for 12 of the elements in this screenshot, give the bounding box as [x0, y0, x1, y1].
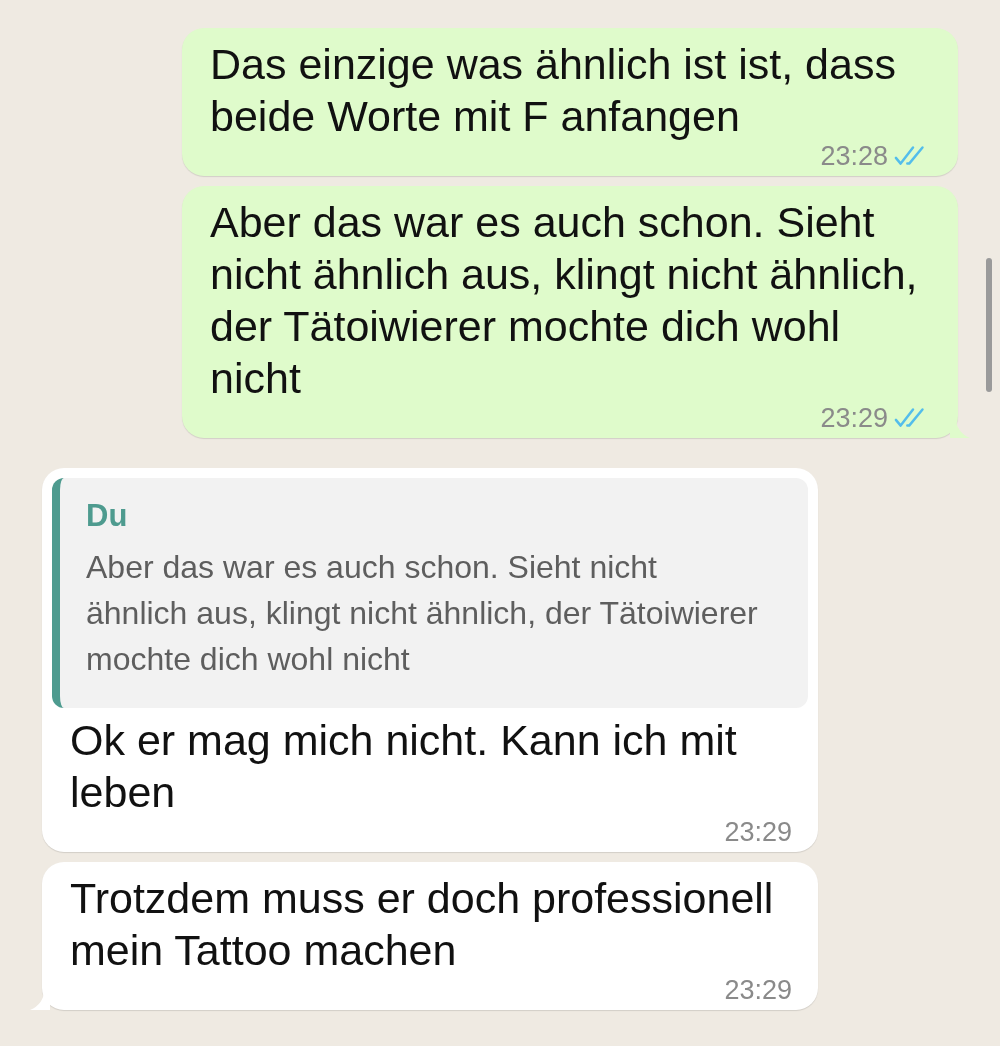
- message-text: Trotzdem muss er doch professionell mein Tattoo machen: [70, 873, 775, 976]
- message-time: 23:29: [724, 818, 792, 846]
- quote-text: Aber das war es auch schon. Sieht nicht ähnlich aus, klingt nicht ähnlich, der Tätoiwierer mochte dich wohl nicht: [86, 548, 759, 679]
- quoted-message[interactable]: Du Aber das war es auch schon. Sieht nicht ähnlich aus, klingt nicht ähnlich, der Tätoiwierer mochte dich wohl nicht: [52, 478, 808, 708]
- message-time: 23:29: [820, 404, 888, 432]
- message-time: 23:29: [724, 976, 792, 1004]
- message-text: Das einzige was ähnlich ist ist, dass beide Worte mit F anfangen: [210, 39, 897, 142]
- quote-author: Du: [86, 498, 129, 534]
- message-time: 23:28: [820, 142, 888, 170]
- message-text: Ok er mag mich nicht. Kann ich mit leben: [70, 715, 738, 818]
- message-text: Aber das war es auch schon. Sieht nicht ähnlich aus, klingt nicht ähnlich, der Tätoiwierer mochte dich wohl nicht: [210, 197, 919, 404]
- scrollbar[interactable]: [986, 258, 992, 392]
